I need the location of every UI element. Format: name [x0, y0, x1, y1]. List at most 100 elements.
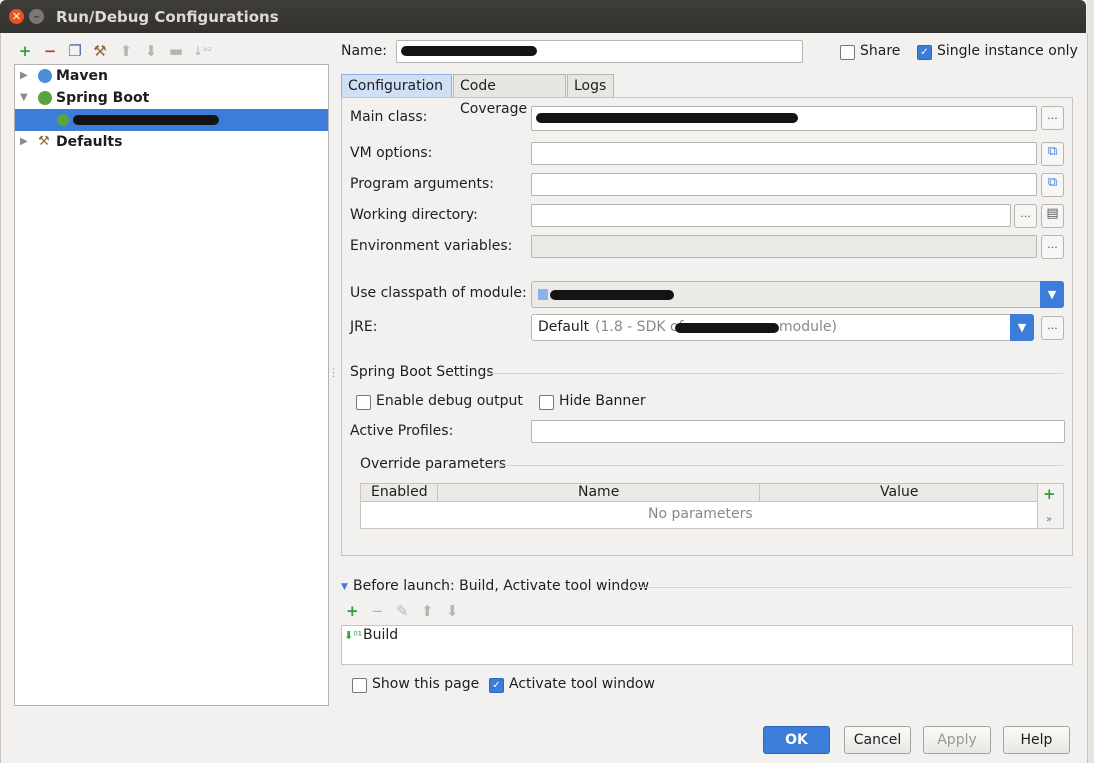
separator	[498, 465, 1063, 466]
move-down-icon[interactable]: ⬇	[446, 603, 459, 619]
vm-options-label: VM options:	[350, 145, 433, 161]
close-icon[interactable]: ✕	[9, 9, 24, 24]
separator	[627, 587, 1071, 588]
remove-icon[interactable]: −	[41, 42, 59, 60]
tab-logs[interactable]: Logs	[567, 74, 614, 97]
classpath-module-select[interactable]: ▼	[531, 281, 1064, 308]
before-launch-title[interactable]: Before launch: Build, Activate tool wind…	[353, 578, 649, 594]
redacted-text	[675, 323, 779, 333]
environment-variables-label: Environment variables:	[350, 238, 513, 254]
tree-item-label: Maven	[56, 68, 108, 84]
browse-button[interactable]: ...	[1041, 106, 1064, 130]
single-instance-checkbox[interactable]: ✓	[917, 45, 932, 60]
spring-app-icon	[57, 114, 69, 126]
program-arguments-label: Program arguments:	[350, 176, 494, 192]
chevron-down-icon[interactable]: ▼	[1040, 281, 1064, 308]
name-label: Name:	[341, 43, 388, 59]
column-name[interactable]: Name	[578, 484, 619, 501]
tree-item-label: Defaults	[56, 134, 123, 150]
hide-banner-checkbox[interactable]	[539, 395, 554, 410]
show-page-checkbox[interactable]	[352, 678, 367, 693]
show-page-label: Show this page	[372, 676, 480, 692]
activate-tool-checkbox[interactable]: ✓	[489, 678, 504, 693]
sort-icon[interactable]: ↓ᵃᶻ	[193, 42, 212, 60]
window-title: Run/Debug Configurations	[56, 8, 279, 26]
chevron-down-icon[interactable]: ▼	[1010, 314, 1034, 341]
expand-arrow-icon[interactable]: ▶	[20, 65, 28, 87]
environment-variables-input[interactable]	[531, 235, 1037, 258]
macros-icon[interactable]: ▤	[1041, 204, 1064, 228]
redacted-text	[550, 290, 674, 300]
add-icon[interactable]: +	[16, 42, 34, 60]
module-icon	[538, 289, 548, 300]
parameters-table[interactable]: Enabled Name Value No parameters	[360, 483, 1038, 529]
collapse-arrow-icon[interactable]: ▼	[20, 87, 28, 109]
collapse-arrow-icon[interactable]: ▼	[341, 582, 348, 592]
apply-button[interactable]: Apply	[923, 726, 991, 754]
splitter-handle[interactable]: ⋮	[328, 366, 339, 379]
column-value[interactable]: Value	[880, 484, 918, 501]
before-launch-list[interactable]: ⬇⁰¹ Build	[341, 625, 1073, 665]
redacted-config-name	[73, 115, 219, 125]
debug-output-checkbox[interactable]	[356, 395, 371, 410]
jre-label: JRE:	[350, 319, 378, 335]
tree-item-spring-boot[interactable]: ▼ Spring Boot	[15, 87, 328, 109]
table-side-toolbar: + »	[1038, 483, 1064, 529]
move-up-icon[interactable]: ⬆	[117, 42, 135, 60]
separator	[485, 373, 1063, 374]
spring-settings-title: Spring Boot Settings	[350, 364, 494, 380]
configuration-tree[interactable]: ▶ Maven ▼ Spring Boot ▶ ⚒ Defaults	[14, 64, 329, 706]
more-icon[interactable]: »	[1046, 512, 1052, 528]
edit-task-icon[interactable]: ✎	[396, 603, 409, 619]
jre-select[interactable]: Default (1.8 - SDK of module) ▼	[531, 314, 1034, 341]
folder-icon[interactable]: ▬	[167, 42, 185, 60]
expand-field-icon[interactable]: ⧉	[1041, 142, 1064, 166]
browse-button[interactable]: ...	[1041, 316, 1064, 340]
title-bar: ✕ – Run/Debug Configurations	[0, 0, 1086, 33]
hide-banner-label: Hide Banner	[559, 393, 646, 409]
cancel-button[interactable]: Cancel	[844, 726, 911, 754]
tree-item-selected-config[interactable]	[15, 109, 328, 131]
tree-item-label: Spring Boot	[56, 90, 150, 106]
single-instance-label: Single instance only	[937, 43, 1078, 59]
working-directory-label: Working directory:	[350, 207, 478, 223]
build-icon: ⬇⁰¹	[344, 629, 363, 642]
activate-tool-label: Activate tool window	[509, 676, 655, 692]
expand-arrow-icon[interactable]: ▶	[20, 131, 28, 153]
tab-code-coverage[interactable]: Code Coverage	[453, 74, 566, 117]
ok-button[interactable]: OK	[763, 726, 830, 754]
override-title: Override parameters	[360, 456, 507, 472]
main-class-input[interactable]	[531, 106, 1037, 131]
add-parameter-icon[interactable]: +	[1043, 486, 1056, 502]
column-enabled[interactable]: Enabled	[371, 484, 428, 501]
browse-button[interactable]: ...	[1041, 235, 1064, 259]
name-input[interactable]	[396, 40, 803, 63]
tree-item-defaults[interactable]: ▶ ⚒ Defaults	[15, 131, 328, 153]
column-divider	[759, 484, 760, 501]
vm-options-input[interactable]	[531, 142, 1037, 165]
help-button[interactable]: Help	[1003, 726, 1070, 754]
maven-icon	[38, 69, 52, 83]
working-directory-input[interactable]	[531, 204, 1011, 227]
list-item[interactable]: Build	[363, 627, 398, 643]
classpath-module-label: Use classpath of module:	[350, 285, 527, 301]
move-down-icon[interactable]: ⬇	[142, 42, 160, 60]
tree-item-maven[interactable]: ▶ Maven	[15, 65, 328, 87]
expand-field-icon[interactable]: ⧉	[1041, 173, 1064, 197]
remove-task-icon[interactable]: −	[371, 603, 384, 619]
minimize-icon[interactable]: –	[29, 9, 44, 24]
share-checkbox[interactable]	[840, 45, 855, 60]
empty-text: No parameters	[648, 506, 753, 522]
redacted-text	[401, 46, 537, 56]
wrench-icon[interactable]: ⚒	[91, 42, 109, 60]
table-header: Enabled Name Value	[361, 484, 1037, 502]
browse-button[interactable]: ...	[1014, 204, 1037, 228]
copy-icon[interactable]: ❐	[66, 42, 84, 60]
active-profiles-input[interactable]	[531, 420, 1065, 443]
jre-value: Default	[538, 319, 590, 335]
tab-configuration[interactable]: Configuration	[341, 74, 452, 97]
redacted-text	[536, 113, 798, 123]
program-arguments-input[interactable]	[531, 173, 1037, 196]
move-up-icon[interactable]: ⬆	[421, 603, 434, 619]
add-task-icon[interactable]: +	[346, 603, 359, 619]
